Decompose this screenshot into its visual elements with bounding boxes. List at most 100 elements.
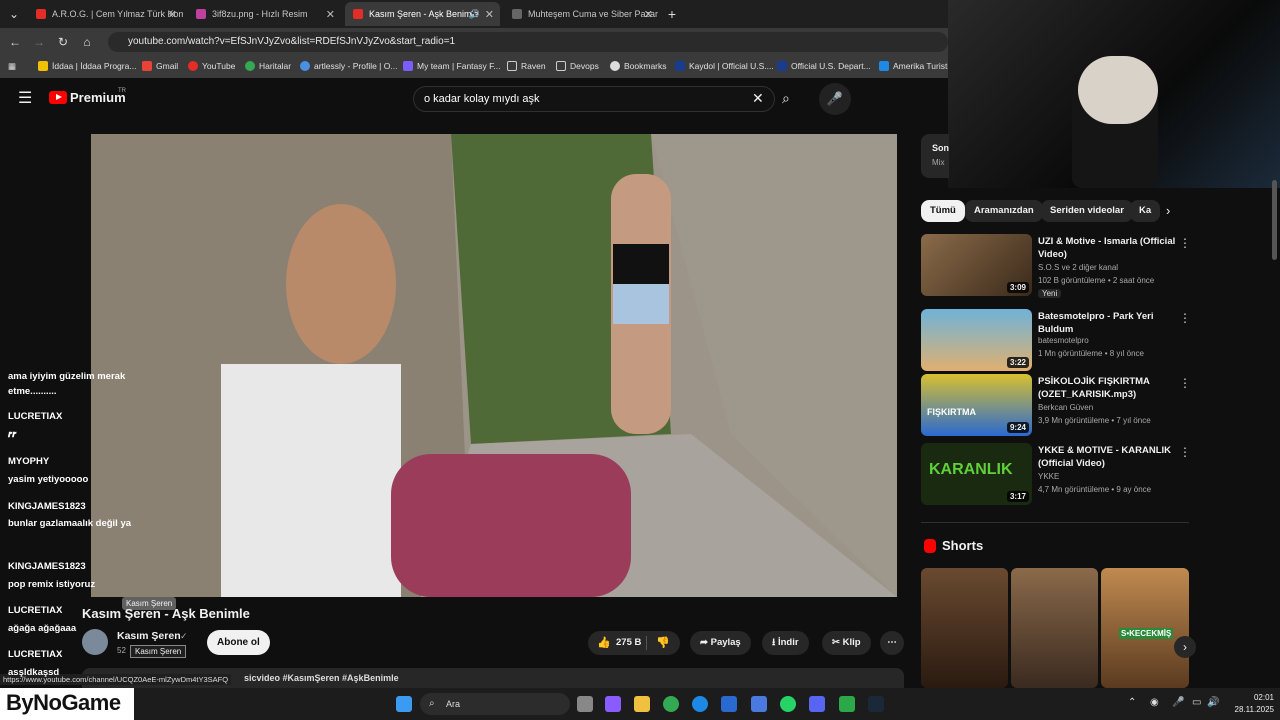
rec-channel[interactable]: YKKE [1038, 472, 1059, 481]
close-icon[interactable]: ✕ [485, 8, 494, 21]
recommendation-item[interactable]: FIŞKIRTMA 9:24 PSİKOLOJİK FIŞKIRTMA (OZE… [921, 374, 1191, 438]
tab-arog[interactable]: A.R.O.G. | Cem Yılmaz Türk Kom ✕ [28, 2, 183, 26]
more-vert-icon[interactable]: ⋮ [1179, 445, 1191, 459]
share-button[interactable]: ➦ Paylaş [690, 631, 751, 655]
rec-title[interactable]: UZI & Motive - Ismarla (Official Video) [1038, 235, 1178, 261]
search-icon[interactable]: ⌕ [782, 90, 790, 107]
chevron-up-icon[interactable]: ⌃ [1128, 697, 1136, 708]
tab-image[interactable]: 3if8zu.png - Hızlı Resim ✕ [188, 2, 341, 26]
more-vert-icon[interactable]: ⋮ [1179, 376, 1191, 390]
shorts-thumbnail[interactable] [1011, 568, 1098, 688]
network-icon[interactable]: ◉ [1150, 697, 1159, 708]
clip-button[interactable]: ✂ Klip [822, 631, 871, 655]
edge-icon[interactable] [692, 696, 708, 712]
chrome-icon[interactable] [663, 696, 679, 712]
reload-icon[interactable]: ↻ [55, 34, 71, 50]
mix-card[interactable]: Son Mix [921, 134, 949, 178]
subscribe-button[interactable]: Abone ol [207, 630, 270, 655]
back-icon[interactable]: ← [7, 34, 23, 50]
recommendation-item[interactable]: 3:09 UZI & Motive - Ismarla (Official Vi… [921, 234, 1191, 298]
chip-from-search[interactable]: Aramanızdan [965, 200, 1043, 222]
voice-search-icon[interactable]: 🎤 [819, 83, 851, 115]
microphone-icon[interactable]: 🎤 [1172, 697, 1184, 708]
new-tab-button[interactable]: + [664, 6, 680, 22]
video-thumbnail[interactable]: 3:22 [921, 309, 1032, 371]
tab-amazon[interactable]: Muhteşem Cuma ve Siber Pazar ✕ [504, 2, 659, 26]
bookmark-item[interactable]: Gmail [142, 61, 178, 71]
menu-icon[interactable]: ☰ [18, 91, 32, 107]
bookmark-item[interactable]: Official U.S. Depart... [777, 61, 871, 71]
page-icon [512, 9, 522, 19]
rec-channel[interactable]: batesmotelpro [1038, 336, 1089, 345]
recommendation-item[interactable]: KARANLIK 3:17 YKKE & MOTIVE - KARANLIK (… [921, 443, 1191, 507]
thumbs-down-icon[interactable]: 👎 [656, 631, 670, 655]
search-input[interactable]: o kadar kolay mıydı aşk [413, 86, 775, 112]
bookmark-item[interactable]: artlessly - Profile | O... [300, 61, 397, 71]
thumbs-up-icon[interactable]: 👍 [597, 631, 611, 655]
video-thumbnail[interactable]: FIŞKIRTMA 9:24 [921, 374, 1032, 436]
speaker-icon[interactable]: 🔊 [469, 9, 480, 20]
chip-series[interactable]: Seriden videolar [1041, 200, 1133, 222]
video-thumbnail[interactable]: KARANLIK 3:17 [921, 443, 1032, 505]
chip-all[interactable]: Tümü [921, 200, 965, 222]
file-explorer-icon[interactable] [634, 696, 650, 712]
clock[interactable]: 02:01 [1238, 693, 1274, 702]
bookmark-item[interactable]: My team | Fantasy F... [403, 61, 500, 71]
rec-title[interactable]: Batesmotelpro - Park Yeri Buldum [1038, 310, 1178, 336]
more-vert-icon[interactable]: ⋮ [1179, 311, 1191, 325]
shorts-next-icon[interactable]: › [1174, 636, 1196, 658]
url-input[interactable]: youtube.com/watch?v=EfSJnVJyZvo&list=RDE… [108, 32, 948, 52]
copilot-icon[interactable] [605, 696, 621, 712]
discord-icon[interactable] [809, 696, 825, 712]
volume-icon[interactable]: 🔊 [1207, 697, 1219, 708]
page-scrollbar[interactable] [1272, 180, 1277, 260]
apps-icon[interactable]: ▦ [8, 61, 16, 72]
taskbar-search[interactable]: ⌕ Ara [420, 693, 570, 715]
chevron-right-icon[interactable]: › [1166, 203, 1170, 218]
download-button[interactable]: ⭳ İndir [762, 631, 809, 655]
steam-icon[interactable] [868, 696, 884, 712]
video-player[interactable] [91, 134, 897, 597]
bookmark-item[interactable]: Haritalar [245, 61, 291, 71]
more-vert-icon[interactable]: ⋮ [1179, 236, 1191, 250]
store-icon[interactable] [721, 696, 737, 712]
chat-username: KINGJAMES1823 [8, 561, 86, 572]
home-icon[interactable]: ⌂ [79, 34, 95, 50]
more-actions-icon[interactable]: ⋯ [880, 631, 904, 655]
chat-message: ağağa ağağaaa [8, 623, 77, 634]
task-view-icon[interactable] [577, 696, 593, 712]
app-icon[interactable] [751, 696, 767, 712]
like-count[interactable]: 275 B [616, 631, 641, 655]
chip-more[interactable]: Ka [1130, 200, 1160, 222]
bookmark-item[interactable]: Amerika Turisti [879, 61, 949, 71]
youtube-logo-icon[interactable] [49, 91, 67, 104]
forward-icon[interactable]: → [31, 34, 47, 50]
rec-channel[interactable]: S.O.S ve 2 diğer kanal [1038, 263, 1118, 272]
rec-title[interactable]: PSİKOLOJİK FIŞKIRTMA (OZET_KARISIK.mp3) [1038, 375, 1178, 401]
tab-list-icon[interactable]: ⌄ [6, 6, 22, 22]
close-icon[interactable]: ✕ [168, 8, 177, 21]
bookmark-folder[interactable]: Devops [556, 61, 599, 71]
bookmark-item[interactable]: İddaa | İddaa Progra... [38, 61, 136, 71]
rec-channel[interactable]: Berkcan Güven [1038, 403, 1093, 412]
youtube-icon [36, 9, 46, 19]
clear-search-icon[interactable]: ✕ [752, 90, 764, 107]
whatsapp-icon[interactable] [780, 696, 796, 712]
recommendation-item[interactable]: 3:22 Batesmotelpro - Park Yeri Buldum ba… [921, 309, 1191, 373]
close-icon[interactable]: ✕ [326, 8, 335, 21]
shorts-thumbnail[interactable]: S•KECEKMİŞ [1101, 568, 1189, 688]
bookmark-item[interactable]: YouTube [188, 61, 235, 71]
start-icon[interactable] [396, 696, 412, 712]
app-icon[interactable] [839, 696, 855, 712]
bookmark-folder[interactable]: Raven [507, 61, 546, 71]
shorts-thumbnail[interactable] [921, 568, 1008, 688]
bookmark-item[interactable]: Kaydol | Official U.S.... [675, 61, 774, 71]
chat-message: bunlar gazlamaalık değil ya [8, 518, 132, 529]
rec-title[interactable]: YKKE & MOTIVE - KARANLIK (Official Video… [1038, 444, 1178, 470]
date[interactable]: 28.11.2025 [1228, 705, 1274, 714]
tab-active-video[interactable]: Kasım Şeren - Aşk Benimle 🔊 ✕ [345, 2, 500, 26]
video-thumbnail[interactable]: 3:09 [921, 234, 1032, 296]
bookmark-item[interactable]: Bookmarks [610, 61, 667, 71]
close-icon[interactable]: ✕ [644, 8, 653, 21]
display-icon[interactable]: ▭ [1192, 697, 1201, 708]
